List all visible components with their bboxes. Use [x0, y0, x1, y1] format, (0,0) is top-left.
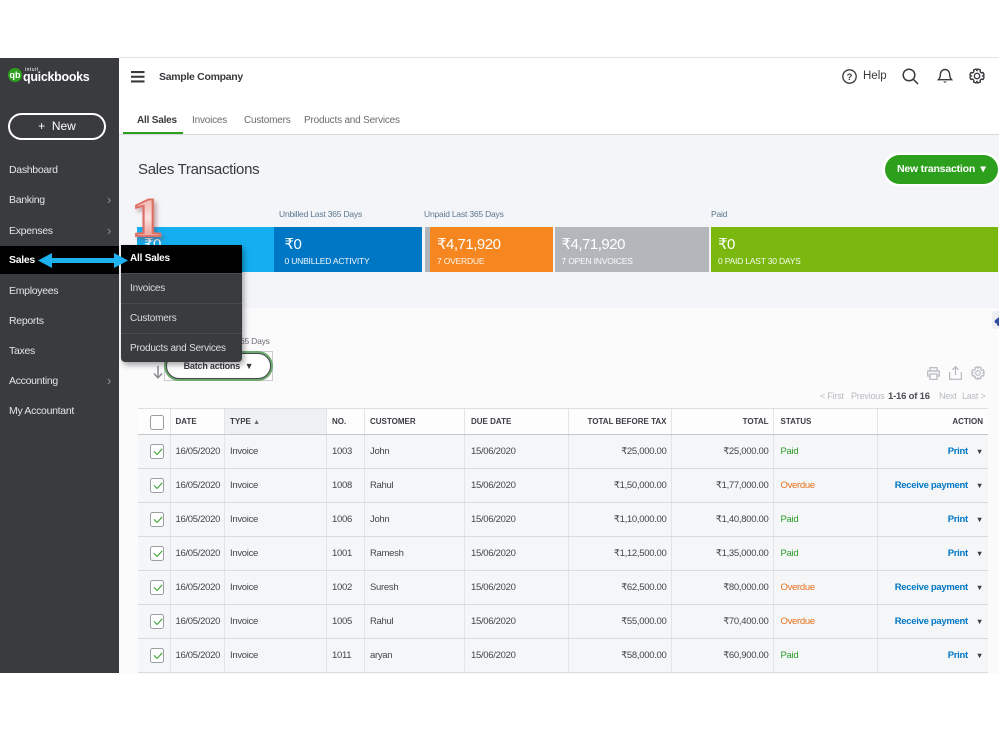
svg-text:?: ?	[847, 72, 853, 83]
